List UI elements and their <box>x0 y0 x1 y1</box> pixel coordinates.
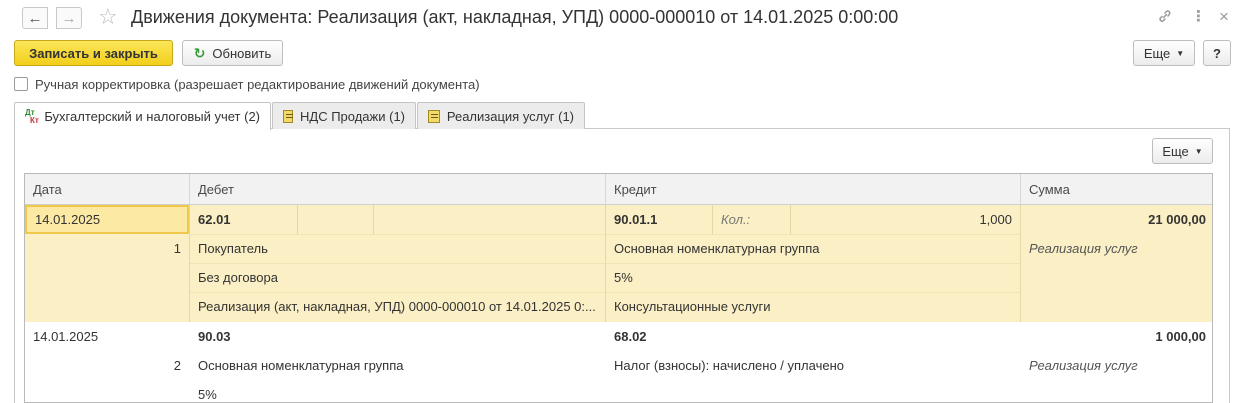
cell-credit-subconto-3[interactable]: Консультационные услуги <box>606 292 1020 321</box>
column-divider <box>297 205 298 234</box>
cell-credit-account[interactable]: 90.01.1 <box>606 205 712 234</box>
table-more-button[interactable]: Еще ▼ <box>1152 138 1213 164</box>
register-icon <box>428 109 440 123</box>
column-header-credit[interactable]: Кредит <box>606 174 1021 205</box>
link-icon[interactable] <box>1157 8 1173 29</box>
cell-debit-subconto-2[interactable]: 5% <box>190 380 605 402</box>
cell-credit-account[interactable]: 68.02 <box>606 322 1020 351</box>
favorite-star-icon[interactable]: ☆ <box>98 5 118 29</box>
forward-button[interactable]: → <box>56 7 82 29</box>
cell-debit-subconto-3[interactable]: Реализация (акт, накладная, УПД) 0000-00… <box>190 292 605 321</box>
cell-content[interactable]: Реализация услуг <box>1021 351 1212 380</box>
cell-debit-subconto-1[interactable]: Основная номенклатурная группа <box>190 351 605 380</box>
column-header-amount[interactable]: Сумма <box>1021 174 1212 205</box>
more-button[interactable]: Еще ▼ <box>1133 40 1195 66</box>
refresh-button[interactable]: ↻ Обновить <box>182 40 283 66</box>
cell-amount[interactable]: 21 000,00 <box>1021 205 1212 234</box>
more-options-icon[interactable]: ⋮ <box>1191 8 1206 26</box>
panel-border-right <box>1229 128 1230 403</box>
cell-row-number: 1 <box>173 241 181 256</box>
close-icon[interactable]: × <box>1219 8 1229 26</box>
cell-row-number: 2 <box>173 358 181 373</box>
more-label: Еще <box>1143 45 1171 61</box>
cell-debit-subconto-2[interactable]: Без договора <box>190 263 605 292</box>
refresh-label: Обновить <box>212 45 272 61</box>
tab-accounting-label: Бухгалтерский и налоговый учет (2) <box>44 109 260 124</box>
refresh-icon: ↻ <box>193 44 206 61</box>
tab-vat-sales-label: НДС Продажи (1) <box>300 108 405 124</box>
cell-content[interactable]: Реализация услуг <box>1021 234 1212 263</box>
help-button[interactable]: ? <box>1203 40 1231 66</box>
save-and-close-button[interactable]: Записать и закрыть <box>14 40 173 66</box>
cell-amount[interactable]: 1 000,00 <box>1021 322 1212 351</box>
tab-vat-sales[interactable]: НДС Продажи (1) <box>272 102 416 129</box>
tab-services-sales[interactable]: Реализация услуг (1) <box>417 102 585 129</box>
cell-quantity-label: Кол.: <box>721 212 751 227</box>
manual-correction-checkbox[interactable] <box>14 77 28 91</box>
tab-accounting[interactable]: Дт Кт Бухгалтерский и налоговый учет (2) <box>14 102 271 130</box>
dt-kt-icon: Дт Кт <box>25 107 39 125</box>
table-more-label: Еще <box>1162 143 1189 159</box>
dropdown-arrow-icon: ▼ <box>1194 146 1203 156</box>
register-icon <box>283 109 294 123</box>
column-header-date[interactable]: Дата <box>25 174 190 205</box>
cell-debit-account[interactable]: 62.01 <box>190 205 297 234</box>
tab-services-sales-label: Реализация услуг (1) <box>446 108 574 124</box>
dropdown-arrow-icon: ▼ <box>1176 48 1185 58</box>
manual-correction-label: Ручная корректировка (разрешает редактир… <box>35 77 480 92</box>
cell-credit-subconto-2[interactable]: 5% <box>606 263 1020 292</box>
cell-date[interactable]: 14.01.2025 <box>25 205 189 234</box>
cell-credit-subconto-1[interactable]: Налог (взносы): начислено / уплачено <box>606 351 1020 380</box>
cell-credit-subconto-1[interactable]: Основная номенклатурная группа <box>606 234 1020 263</box>
entries-table[interactable]: Дата Дебет Кредит Сумма 14.01.2025 1 62.… <box>24 173 1213 403</box>
arrow-left-icon: ← <box>27 9 43 27</box>
cell-date[interactable]: 14.01.2025 <box>25 322 189 351</box>
arrow-right-icon: → <box>61 9 77 27</box>
window-title: Движения документа: Реализация (акт, нак… <box>131 7 899 27</box>
panel-border-left <box>14 128 15 403</box>
cell-quantity-value[interactable]: 1,000 <box>791 205 1020 234</box>
column-divider <box>373 205 374 234</box>
cell-debit-account[interactable]: 90.03 <box>190 322 605 351</box>
column-header-debit[interactable]: Дебет <box>190 174 606 205</box>
back-button[interactable]: ← <box>22 7 48 29</box>
cell-debit-subconto-1[interactable]: Покупатель <box>190 234 605 263</box>
